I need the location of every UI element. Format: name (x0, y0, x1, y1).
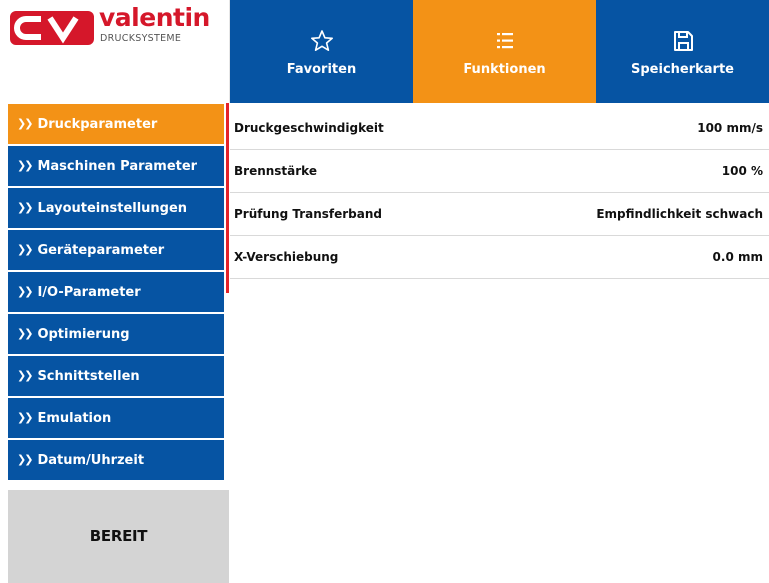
star-icon (310, 30, 333, 52)
sidebar-item-label: Emulation (37, 411, 112, 426)
brand-logo: valentin DRUCKSYSTEME (0, 0, 230, 103)
sidebar-item-optimierung[interactable]: ❯❯ Optimierung (8, 314, 224, 354)
tab-funktionen[interactable]: Funktionen (413, 0, 596, 103)
sidebar-item-layouteinstellungen[interactable]: ❯❯ Layouteinstellungen (8, 188, 224, 228)
tab-funktionen-label: Funktionen (463, 62, 546, 77)
tab-favoriten[interactable]: Favoriten (230, 0, 413, 103)
active-section-marker (226, 103, 229, 293)
status-box: BEREIT (8, 490, 229, 583)
list-icon (496, 33, 513, 49)
sidebar-item-label: Maschinen Parameter (37, 159, 198, 174)
parameter-label: Prüfung Transferband (234, 207, 382, 221)
sidebar-item-label: Geräteparameter (37, 243, 165, 258)
parameter-row-druckgeschwindigkeit[interactable]: Druckgeschwindigkeit 100 mm/s (230, 107, 769, 150)
floppy-disk-icon (673, 31, 693, 51)
sidebar-item-maschinen-parameter[interactable]: ❯❯ Maschinen Parameter (8, 146, 224, 186)
parameter-value: 100 mm/s (697, 121, 763, 135)
sidebar-item-label: Datum/Uhrzeit (37, 453, 145, 468)
parameter-value: Empfindlichkeit schwach (596, 207, 763, 221)
sidebar-item-druckparameter[interactable]: ❯❯ Druckparameter (8, 104, 224, 144)
sidebar-item-geraeteparameter[interactable]: ❯❯ Geräteparameter (8, 230, 224, 270)
sidebar-item-label: Layouteinstellungen (37, 201, 188, 216)
brand-name: valentin (99, 3, 210, 32)
parameter-label: X-Verschiebung (234, 250, 339, 264)
sidebar-item-emulation[interactable]: ❯❯ Emulation (8, 398, 224, 438)
double-chevron-right-icon: ❯❯ (17, 201, 34, 214)
parameter-label: Druckgeschwindigkeit (234, 121, 384, 135)
tab-speicherkarte[interactable]: Speicherkarte (596, 0, 769, 103)
sidebar-item-datum-uhrzeit[interactable]: ❯❯ Datum/Uhrzeit (8, 440, 224, 480)
sidebar-item-label: Schnittstellen (37, 369, 140, 384)
double-chevron-right-icon: ❯❯ (17, 453, 34, 466)
parameter-label: Brennstärke (234, 164, 317, 178)
double-chevron-right-icon: ❯❯ (17, 411, 34, 424)
double-chevron-right-icon: ❯❯ (17, 285, 34, 298)
tab-speicherkarte-label: Speicherkarte (631, 62, 734, 77)
sidebar-item-schnittstellen[interactable]: ❯❯ Schnittstellen (8, 356, 224, 396)
parameter-value: 0.0 mm (712, 250, 763, 264)
double-chevron-right-icon: ❯❯ (17, 369, 34, 382)
sidebar-item-label: Druckparameter (37, 117, 158, 132)
status-text: BEREIT (89, 527, 148, 545)
double-chevron-right-icon: ❯❯ (17, 117, 34, 130)
parameter-row-brennstaerke[interactable]: Brennstärke 100 % (230, 150, 769, 193)
parameter-row-x-verschiebung[interactable]: X-Verschiebung 0.0 mm (230, 236, 769, 279)
parameter-row-pruefung-transferband[interactable]: Prüfung Transferband Empfindlichkeit sch… (230, 193, 769, 236)
brand-subtitle: DRUCKSYSTEME (100, 33, 182, 44)
cv-logo-icon (10, 11, 94, 45)
sidebar-item-label: I/O-Parameter (37, 285, 141, 300)
double-chevron-right-icon: ❯❯ (17, 327, 34, 340)
tab-favoriten-label: Favoriten (286, 62, 357, 77)
double-chevron-right-icon: ❯❯ (17, 243, 34, 256)
parameter-value: 100 % (721, 164, 763, 178)
sidebar-item-io-parameter[interactable]: ❯❯ I/O-Parameter (8, 272, 224, 312)
sidebar-item-label: Optimierung (37, 327, 130, 342)
double-chevron-right-icon: ❯❯ (17, 159, 34, 172)
